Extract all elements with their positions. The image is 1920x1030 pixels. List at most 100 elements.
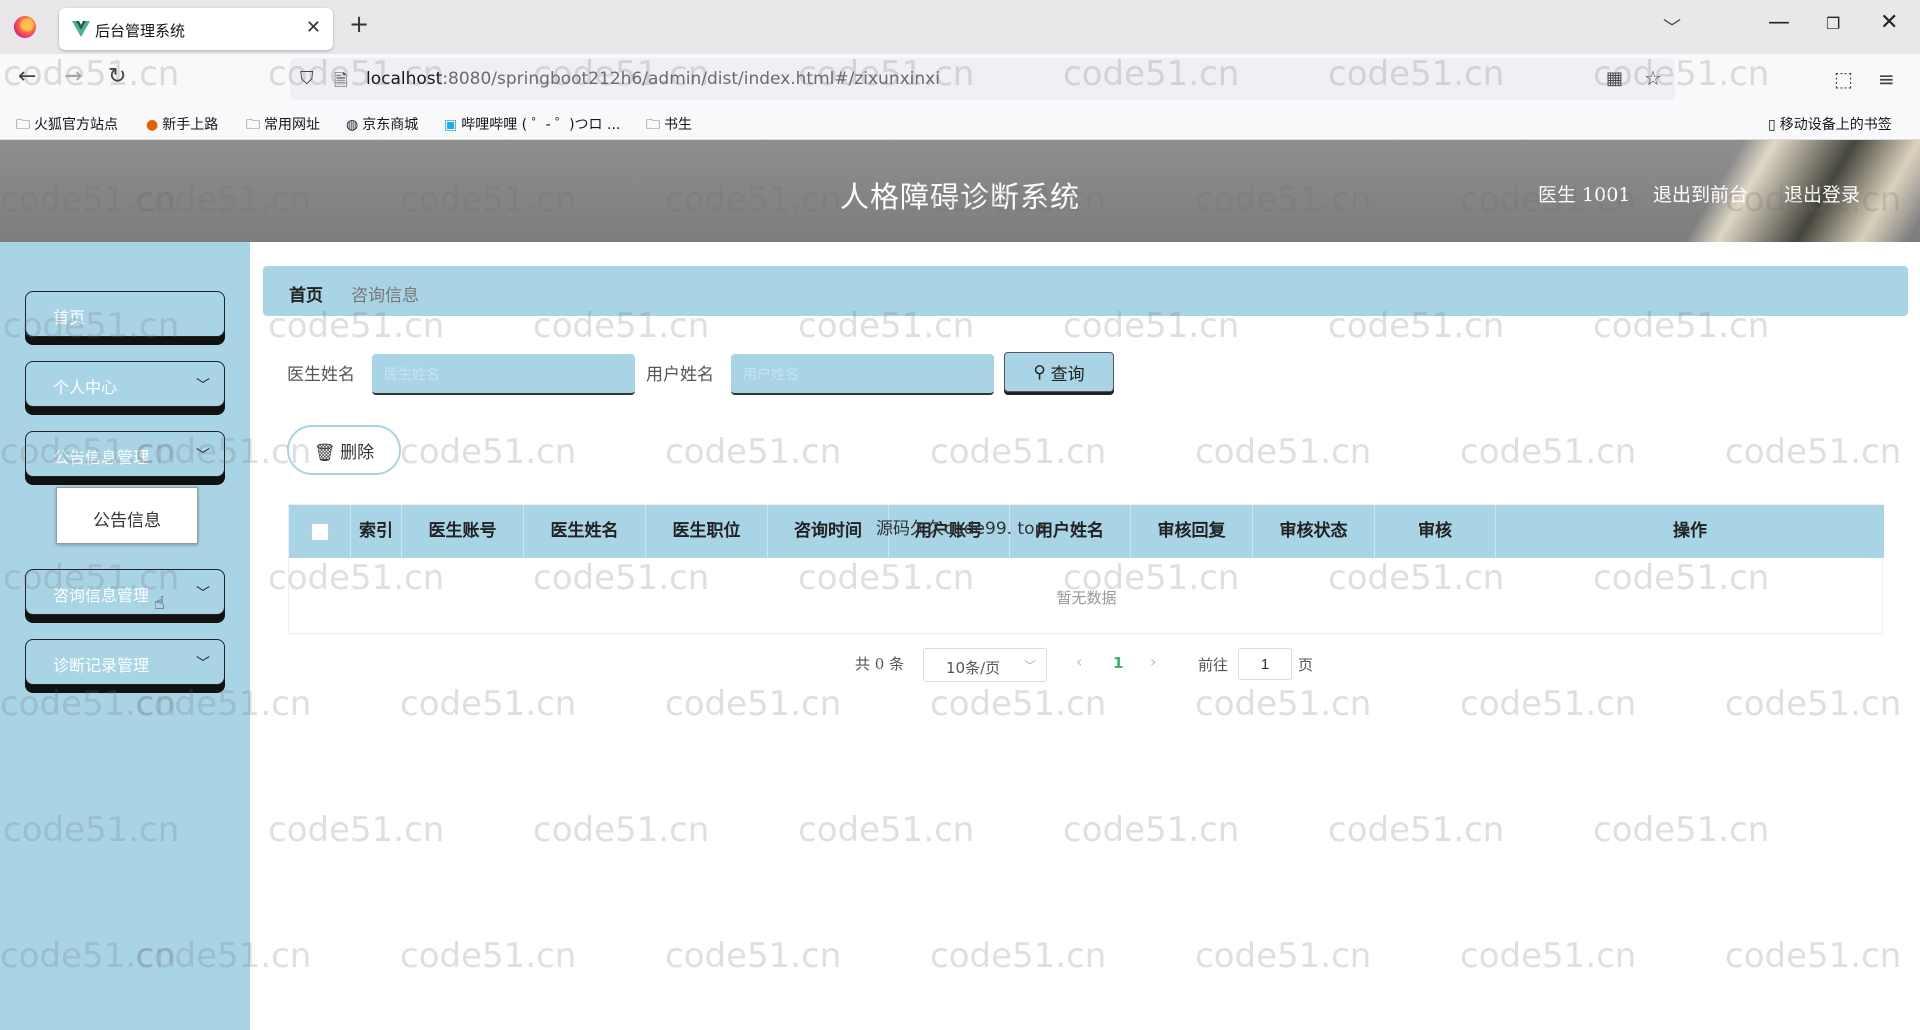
column-header: 审核回复 [1131,505,1253,558]
star-icon[interactable]: ☆ [1644,66,1662,90]
watermark-text: code51.cn [400,432,577,472]
browser-tab[interactable]: 后台管理系统 ✕ [59,8,333,50]
watermark-text: code51.cn [930,684,1107,724]
sidebar-item-label: 首页 [53,308,86,327]
sidebar-item-diagnosis-management[interactable]: 诊断记录管理 ﹀ [25,639,225,685]
bookmark-item[interactable]: ▣ 哔哩哔哩 ( ゜- ゜)つロ ... [444,114,620,134]
page-number[interactable]: 1 [1113,654,1123,672]
submenu-item-notice[interactable]: 公告信息 [56,487,198,544]
bookmark-item[interactable]: 🗀 常用网址 [246,114,320,138]
goto-page-input[interactable] [1238,648,1292,680]
sidebar-item-notice-management[interactable]: 公告信息管理 ﹀ [25,431,225,477]
qr-code-icon[interactable]: ▦ [1606,68,1623,89]
column-header: 医生账号 [402,505,524,558]
next-page-icon[interactable]: › [1150,652,1156,671]
sidebar-item-personal-center[interactable]: 个人中心 ﹀ [25,361,225,407]
bookmarks-bar: 🗀 火狐官方站点 ● 新手上路 🗀 常用网址 ◍ 京东商城 ▣ 哔哩哔哩 ( ゜- ゜)つ… [0,106,1920,140]
pagination-total: 共 0 条 [855,655,905,673]
tab-close-icon[interactable]: ✕ [306,17,321,38]
watermark-text: code51.cn [1195,684,1372,724]
submenu-item-label: 公告信息 [93,511,161,531]
hand-cursor-icon: ☝ [154,593,165,614]
browser-nav-bar: ← → ↻ ⛉ 🗎 localhost:8080/springboot212h6… [0,54,1920,106]
chevron-down-icon: ﹀ [196,378,210,394]
firefox-logo-icon [14,16,36,38]
sidebar-item-consult-management[interactable]: 咨询信息管理 ﹀ [25,569,225,615]
watermark-text: code51.cn [798,810,975,850]
url-text[interactable]: localhost:8080/springboot212h6/admin/dis… [366,69,940,89]
watermark-text: code51.cn [1328,810,1505,850]
trash-icon: 🗑 [313,442,336,462]
menu-icon[interactable]: ≡ [1878,67,1895,91]
window-close-icon[interactable]: ✕ [1880,10,1898,35]
sidebar-item-label: 个人中心 [53,378,118,397]
doctor-name-input[interactable] [372,354,635,395]
url-bar[interactable]: ⛉ 🗎 localhost:8080/springboot212h6/admin… [290,58,1675,100]
chevron-down-icon[interactable]: ﹀ [1663,14,1681,40]
breadcrumb: 首页 咨询信息 [263,266,1908,316]
shield-icon[interactable]: ⛉ [300,68,314,89]
select-all-checkbox[interactable] [311,523,329,541]
watermark-text: code51.cn [1195,432,1372,472]
bilibili-icon: ▣ [444,117,458,133]
firefox-icon: ● [146,117,159,133]
column-header: 医生职位 [646,505,768,558]
vue-favicon-icon [72,21,90,37]
new-tab-button[interactable]: + [349,12,369,36]
delete-button-label: 删除 [340,442,375,462]
bookmark-item[interactable]: 🗀 书生 [646,114,692,138]
consult-table: 索引 医生账号 医生姓名 医生职位 咨询时间 用户账号 用户姓名 审核回复 审核… [288,504,1884,634]
table-header: 索引 医生账号 医生姓名 医生职位 咨询时间 用户账号 用户姓名 审核回复 审核… [289,505,1884,558]
doctor-name-label: 医生姓名 [287,365,355,385]
back-to-front-link[interactable]: 退出到前台 [1653,180,1748,207]
chevron-down-icon: ﹀ [1023,659,1036,673]
back-icon[interactable]: ← [18,66,36,88]
prev-page-icon[interactable]: ‹ [1076,652,1082,671]
current-user: 医生 1001 [1538,184,1631,206]
page-info-icon[interactable]: 🗎 [334,68,348,97]
folder-icon: 🗀 [646,117,660,133]
delete-button[interactable]: 🗑 删除 [287,425,401,475]
breadcrumb-home[interactable]: 首页 [289,281,323,306]
sidebar-item-label: 咨询信息管理 [53,586,150,605]
query-button[interactable]: ⚲ 查询 [1004,352,1114,392]
watermark-text: code51.cn [1725,936,1902,976]
sidebar-item-home[interactable]: 首页 [25,291,225,337]
search-icon: ⚲ [1033,362,1046,381]
sidebar-item-label: 诊断记录管理 [53,656,150,675]
watermark-text: code51.cn [665,936,842,976]
sidebar-item-label: 公告信息管理 [53,448,150,467]
watermark-text: code51.cn [665,432,842,472]
watermark-text: code51.cn [1195,936,1372,976]
page-size-select[interactable]: 10条/页 ﹀ [923,648,1047,682]
bookmark-item[interactable]: ◍ 京东商城 [346,114,418,134]
minimize-icon[interactable]: — [1768,10,1790,35]
watermark-text: code51.cn [1593,810,1770,850]
column-header: 审核 [1375,505,1496,558]
app-header: 人格障碍诊断系统 医生 1001 退出到前台 退出登录 [0,140,1920,242]
column-header: 索引 [351,505,402,558]
folder-icon: 🗀 [16,117,30,133]
chevron-down-icon: ﹀ [196,448,210,464]
chevron-down-icon: ﹀ [196,656,210,672]
bookmark-item[interactable]: 🗀 火狐官方站点 [16,114,118,138]
watermark-text: code51.cn [1063,810,1240,850]
watermark-text: code51.cn [533,810,710,850]
select-all-cell [289,505,351,558]
user-name-input[interactable] [731,354,994,395]
watermark-text: code51.cn [1460,684,1637,724]
forward-icon[interactable]: → [64,66,82,88]
column-header: 医生姓名 [524,505,646,558]
logout-link[interactable]: 退出登录 [1784,180,1860,207]
restore-icon[interactable]: ❐ [1826,14,1840,33]
column-header: 操作 [1673,521,1707,541]
watermark-text: code51.cn [400,936,577,976]
bookmark-item[interactable]: ● 新手上路 [146,114,218,134]
reload-icon[interactable]: ↻ [108,66,126,88]
globe-icon: ◍ [346,117,359,133]
browser-tab-bar: 后台管理系统 ✕ + ﹀ — ❐ ✕ [0,0,1920,54]
tab-title: 后台管理系统 [95,22,186,40]
extensions-icon[interactable]: ⬚ [1834,67,1853,91]
mobile-bookmarks[interactable]: ▯ 移动设备上的书签 [1768,114,1892,134]
mobile-icon: ▯ [1768,117,1776,133]
